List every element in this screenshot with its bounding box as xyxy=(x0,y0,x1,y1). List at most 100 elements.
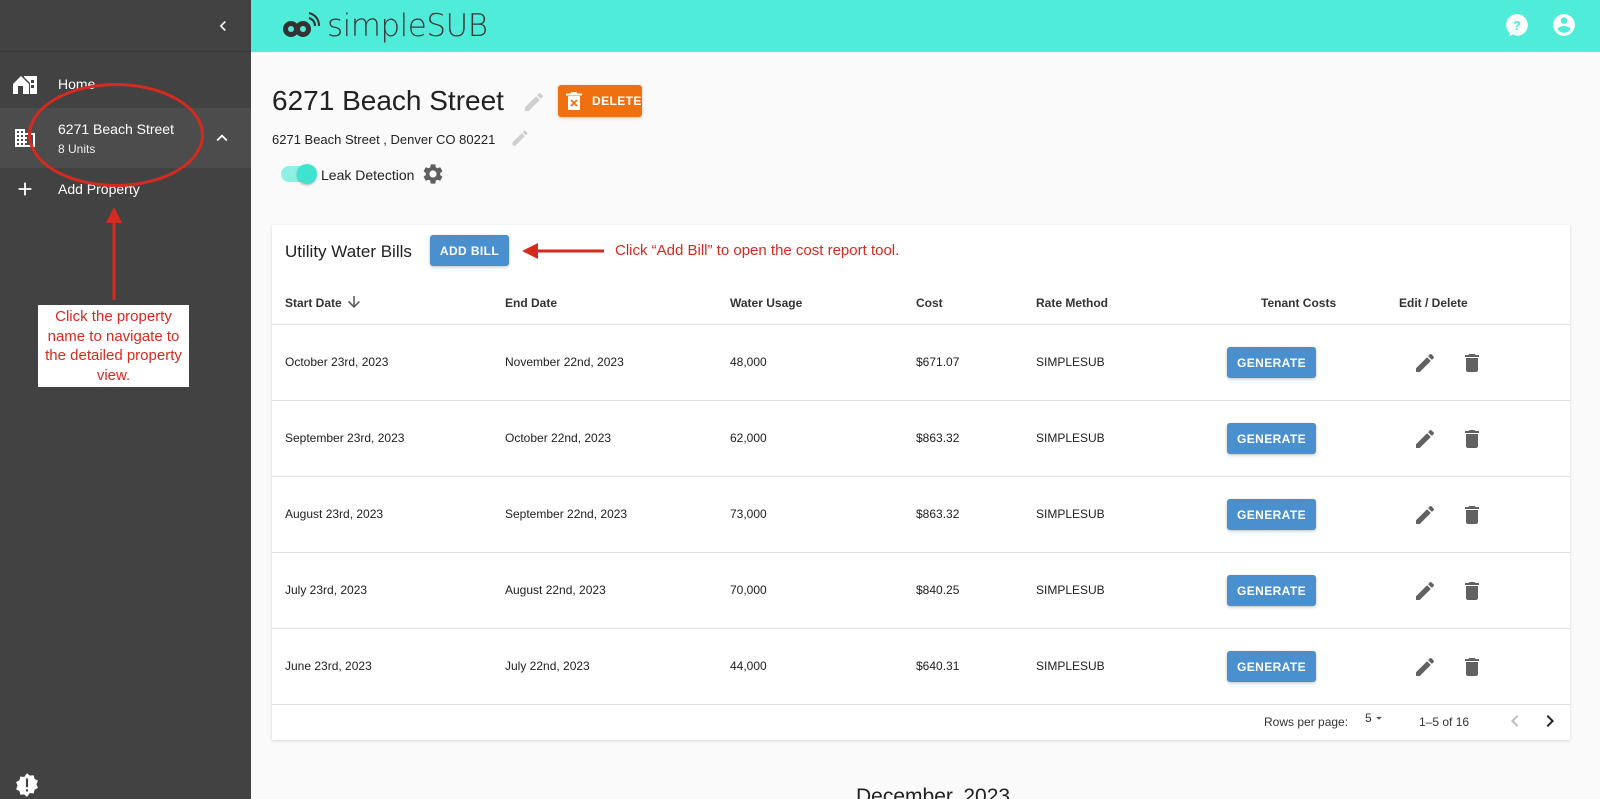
plus-icon xyxy=(12,176,38,202)
column-header-tenant-costs: Tenant Costs xyxy=(1261,296,1337,310)
cell-start-date: September 23rd, 2023 xyxy=(285,431,405,445)
collapse-sidebar-button[interactable] xyxy=(210,13,236,39)
edit-title-icon[interactable] xyxy=(522,90,546,114)
cell-cost: $640.31 xyxy=(916,659,960,673)
delete-button-label: DELETE xyxy=(592,94,642,108)
table-row: September 23rd, 2023 October 22nd, 2023 62… xyxy=(272,401,1570,477)
sidebar-item-label: Add Property xyxy=(58,181,140,197)
edit-icon[interactable] xyxy=(1413,655,1437,679)
generate-button[interactable]: GENERATE xyxy=(1227,575,1316,606)
cell-rate-method: SIMPLESUB xyxy=(1036,431,1105,445)
sidebar-item-add-property[interactable]: Add Property xyxy=(0,168,251,210)
cell-rate-method: SIMPLESUB xyxy=(1036,659,1105,673)
alert-badge-icon[interactable] xyxy=(14,772,40,798)
generate-button[interactable]: GENERATE xyxy=(1227,347,1316,378)
leak-detection-label: Leak Detection xyxy=(321,167,415,183)
cell-end-date: July 22nd, 2023 xyxy=(505,659,590,673)
leak-detection-toggle[interactable] xyxy=(281,164,317,184)
building-icon xyxy=(12,125,38,151)
delete-forever-icon xyxy=(566,92,582,110)
pagination-range: 1–5 of 16 xyxy=(1419,715,1470,729)
top-app-bar: simpleSUB ? xyxy=(251,0,1600,52)
delete-property-button[interactable]: DELETE xyxy=(558,85,642,117)
page-title: 6271 Beach Street xyxy=(272,85,504,116)
table-row: July 23rd, 2023 August 22nd, 2023 70,000 $8… xyxy=(272,553,1570,629)
arrow-down-sort-icon[interactable] xyxy=(345,293,363,311)
bills-card-title: Utility Water Bills xyxy=(285,242,412,261)
next-page-icon[interactable] xyxy=(1538,709,1562,733)
cell-rate-method: SIMPLESUB xyxy=(1036,583,1105,597)
generate-button[interactable]: GENERATE xyxy=(1227,499,1316,530)
previous-page-icon[interactable] xyxy=(1503,709,1527,733)
column-header-water-usage: Water Usage xyxy=(730,296,803,310)
app-logo[interactable]: simpleSUB xyxy=(281,6,488,46)
sidebar-item-property[interactable]: 6271 Beach Street 8 Units xyxy=(0,108,251,168)
delete-icon[interactable] xyxy=(1460,579,1484,603)
edit-icon[interactable] xyxy=(1413,503,1437,527)
caret-down-icon xyxy=(1375,716,1382,720)
home-icon xyxy=(12,71,38,97)
column-header-rate-method: Rate Method xyxy=(1036,296,1108,310)
sidebar-item-label: 6271 Beach Street xyxy=(58,121,174,137)
delete-icon[interactable] xyxy=(1460,351,1484,375)
main-content: 6271 Beach Street DELETE 6271 Beach Stre… xyxy=(251,52,1600,799)
table-row: October 23rd, 2023 November 22nd, 2023 48,… xyxy=(272,325,1570,401)
column-header-edit-delete: Edit / Delete xyxy=(1399,296,1468,310)
add-bill-button[interactable]: ADD BILL xyxy=(430,235,509,266)
table-row: August 23rd, 2023 September 22nd, 2023 73,… xyxy=(272,477,1570,553)
delete-icon[interactable] xyxy=(1460,655,1484,679)
svg-text:?: ? xyxy=(1513,18,1521,33)
cell-start-date: August 23rd, 2023 xyxy=(285,507,384,521)
account-circle-icon[interactable] xyxy=(1551,12,1577,38)
cell-rate-method: SIMPLESUB xyxy=(1036,355,1105,369)
sidebar: Home 6271 Beach Street 8 Units Add Prope… xyxy=(0,0,251,799)
cell-cost: $863.32 xyxy=(916,507,960,521)
edit-icon[interactable] xyxy=(1413,351,1437,375)
cell-cost: $671.07 xyxy=(916,355,960,369)
cell-water-usage: 48,000 xyxy=(730,355,767,369)
toggle-knob xyxy=(297,164,317,184)
gear-icon[interactable] xyxy=(421,162,445,186)
cell-end-date: October 22nd, 2023 xyxy=(505,431,612,445)
help-icon[interactable]: ? xyxy=(1504,12,1530,38)
sidebar-header xyxy=(0,0,251,52)
cell-start-date: July 23rd, 2023 xyxy=(285,583,368,597)
cell-water-usage: 62,000 xyxy=(730,431,767,445)
delete-icon[interactable] xyxy=(1460,427,1484,451)
sidebar-item-home[interactable]: Home xyxy=(0,60,251,108)
rows-per-page-select[interactable]: 5 xyxy=(1365,711,1386,725)
cell-water-usage: 70,000 xyxy=(730,583,767,597)
cell-end-date: September 22nd, 2023 xyxy=(505,507,628,521)
column-header-start-date[interactable]: Start Date xyxy=(285,296,342,310)
bills-card: Utility Water Bills ADD BILL Start Date … xyxy=(272,225,1570,740)
table-row: June 23rd, 2023 July 22nd, 2023 44,000 $640… xyxy=(272,629,1570,705)
chevron-left-icon xyxy=(219,21,226,31)
annotation-arrow-left xyxy=(522,243,604,259)
chevron-up-icon[interactable] xyxy=(210,126,234,150)
edit-icon[interactable] xyxy=(1413,579,1437,603)
cell-start-date: June 23rd, 2023 xyxy=(285,659,372,673)
cell-end-date: August 22nd, 2023 xyxy=(505,583,606,597)
cell-end-date: November 22nd, 2023 xyxy=(505,355,624,369)
cell-water-usage: 73,000 xyxy=(730,507,767,521)
sidebar-item-label: Home xyxy=(58,76,96,92)
logo-mark-icon xyxy=(283,12,320,37)
delete-icon[interactable] xyxy=(1460,503,1484,527)
cell-start-date: October 23rd, 2023 xyxy=(285,355,389,369)
edit-address-icon[interactable] xyxy=(510,128,530,148)
cell-cost: $840.25 xyxy=(916,583,960,597)
property-address: 6271 Beach Street , Denver CO 80221 xyxy=(272,132,496,147)
cell-cost: $863.32 xyxy=(916,431,960,445)
annotation-bill-hint: Click “Add Bill” to open the cost report… xyxy=(615,242,900,259)
edit-icon[interactable] xyxy=(1413,427,1437,451)
column-header-cost: Cost xyxy=(916,296,943,310)
generate-button[interactable]: GENERATE xyxy=(1227,651,1316,682)
cell-water-usage: 44,000 xyxy=(730,659,767,673)
rows-per-page-label: Rows per page: xyxy=(1264,715,1349,729)
column-header-end-date: End Date xyxy=(505,296,558,310)
annotation-callout: Click the property name to navigate to t… xyxy=(38,305,189,387)
rows-per-page-value: 5 xyxy=(1365,711,1372,725)
month-section-heading: December, 2023 xyxy=(856,785,1011,799)
annotation-arrow-up xyxy=(106,207,122,300)
generate-button[interactable]: GENERATE xyxy=(1227,423,1316,454)
